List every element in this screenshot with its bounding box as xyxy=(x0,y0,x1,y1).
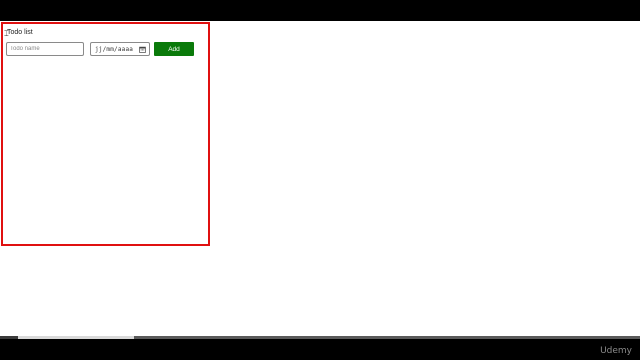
date-input-text: jj/mm/aaaa xyxy=(95,46,134,53)
udemy-watermark: Udemy xyxy=(600,346,632,356)
page-title: Todo list xyxy=(7,29,33,36)
add-button[interactable]: Add xyxy=(154,42,194,56)
todo-name-input[interactable] xyxy=(6,42,84,56)
video-bottom-bar xyxy=(0,336,640,360)
todo-app-frame: ⌶ Todo list jj/mm/aaaa Add xyxy=(1,22,210,246)
video-progress-fill xyxy=(0,336,135,339)
video-progress-bar[interactable] xyxy=(0,336,640,339)
video-progress-segment xyxy=(0,336,18,339)
calendar-icon[interactable] xyxy=(139,46,146,53)
todo-date-input[interactable]: jj/mm/aaaa xyxy=(90,42,150,56)
video-top-bar xyxy=(0,0,640,21)
